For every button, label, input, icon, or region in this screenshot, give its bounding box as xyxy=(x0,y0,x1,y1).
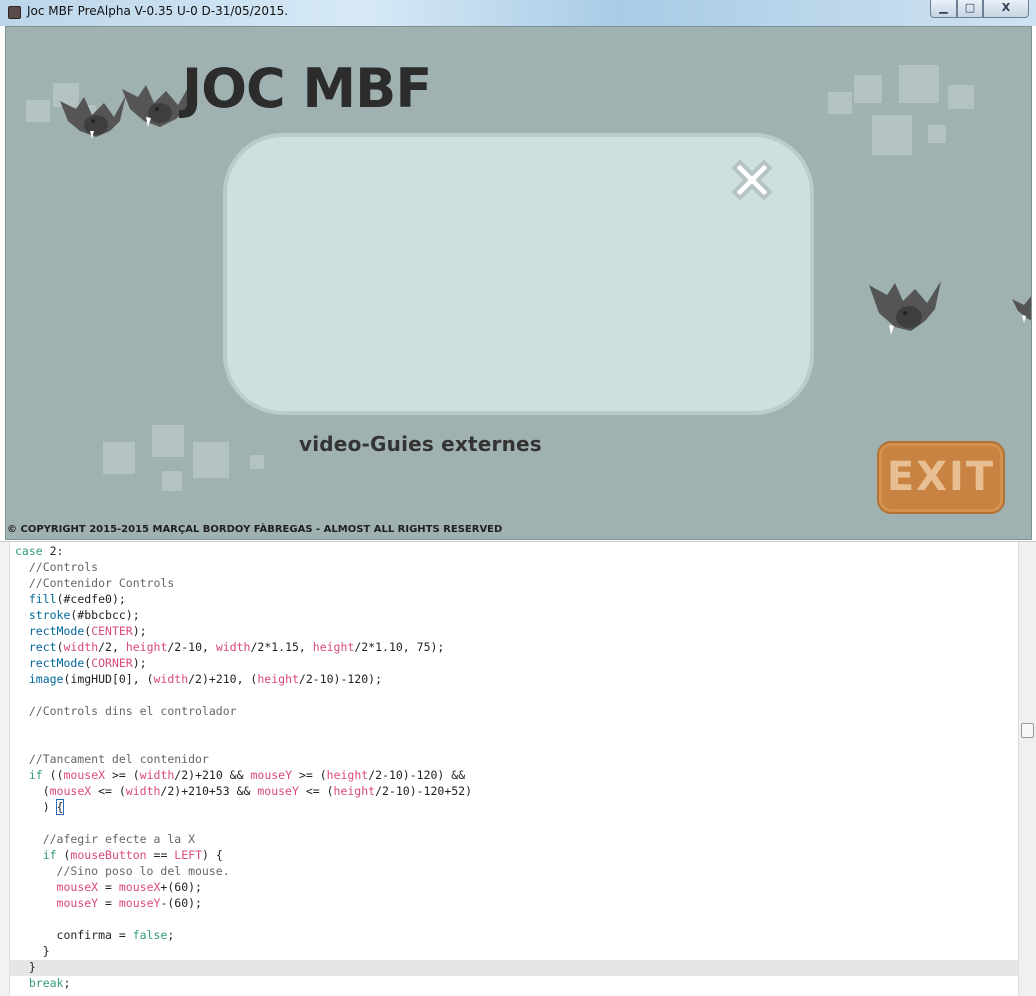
exit-button[interactable]: EXIT xyxy=(877,441,1005,514)
code-line[interactable] xyxy=(15,687,1015,703)
code-line[interactable]: rectMode(CENTER); xyxy=(15,623,1015,639)
decor-square xyxy=(928,125,946,143)
code-line[interactable]: mouseX = mouseX+(60); xyxy=(15,879,1015,895)
code-line[interactable]: //afegir efecte a la X xyxy=(15,831,1015,847)
bat-icon xyxy=(1012,296,1031,323)
decor-square xyxy=(250,455,264,469)
code-line[interactable]: //Controls dins el controlador xyxy=(15,703,1015,719)
code-line[interactable]: (mouseX <= (width/2)+210+53 && mouseY <=… xyxy=(15,783,1015,799)
code-line[interactable]: case 2: xyxy=(15,543,1015,559)
decor-square xyxy=(872,115,912,155)
decor-square xyxy=(162,471,182,491)
code-line[interactable] xyxy=(15,735,1015,751)
code-area[interactable]: case 2: //Controls //Contenidor Controls… xyxy=(15,543,1015,991)
close-x-icon[interactable] xyxy=(726,154,778,206)
vertical-scrollbar[interactable] xyxy=(1018,542,1036,996)
code-line[interactable]: mouseY = mouseY-(60); xyxy=(15,895,1015,911)
code-line[interactable]: rect(width/2, height/2-10, width/2*1.15,… xyxy=(15,639,1015,655)
code-line[interactable]: if ((mouseX >= (width/2)+210 && mouseY >… xyxy=(15,767,1015,783)
decor-square xyxy=(152,425,184,457)
app-icon xyxy=(8,6,21,19)
code-line[interactable]: confirma = false; xyxy=(15,927,1015,943)
decor-square xyxy=(899,65,939,103)
decor-square xyxy=(854,75,882,103)
code-line[interactable]: //Sino poso lo del mouse. xyxy=(15,863,1015,879)
window-title: Joc MBF PreAlpha V-0.35 U-0 D-31/05/2015… xyxy=(27,4,289,18)
decor-square xyxy=(26,100,50,122)
window-titlebar[interactable]: Joc MBF PreAlpha V-0.35 U-0 D-31/05/2015… xyxy=(0,0,1036,26)
copyright-notice: © COPYRIGHT 2015-2015 MARÇAL BORDOY FÀBR… xyxy=(7,524,503,535)
editor-gutter xyxy=(0,542,10,996)
code-line[interactable]: break; xyxy=(15,975,1015,991)
code-line[interactable]: fill(#cedfe0); xyxy=(15,591,1015,607)
code-line[interactable]: //Tancament del contenidor xyxy=(15,751,1015,767)
video-guides-link[interactable]: video-Guies externes xyxy=(299,432,542,456)
maximize-button[interactable]: □ xyxy=(957,0,983,18)
code-line[interactable]: } xyxy=(15,943,1015,959)
bat-icon xyxy=(869,281,941,335)
minimize-button[interactable]: ▁ xyxy=(930,0,957,18)
decor-square xyxy=(948,85,974,109)
code-line[interactable]: ) { xyxy=(15,799,1015,815)
decor-square xyxy=(828,92,852,114)
game-canvas[interactable]: JOC MBF video-Guies externes EXIT © COPY… xyxy=(5,26,1032,540)
code-line[interactable]: } xyxy=(15,959,1015,975)
code-line[interactable]: if (mouseButton == LEFT) { xyxy=(15,847,1015,863)
code-line[interactable] xyxy=(15,719,1015,735)
code-line[interactable]: //Contenidor Controls xyxy=(15,575,1015,591)
exit-button-label: EXIT xyxy=(886,454,996,500)
code-line[interactable] xyxy=(15,911,1015,927)
decor-square xyxy=(103,442,135,474)
code-editor[interactable]: case 2: //Controls //Contenidor Controls… xyxy=(0,541,1036,996)
close-window-button[interactable]: X xyxy=(983,0,1029,18)
game-title: JOC MBF xyxy=(182,57,432,120)
code-line[interactable] xyxy=(15,815,1015,831)
code-line[interactable]: image(imgHUD[0], (width/2)+210, (height/… xyxy=(15,671,1015,687)
scrollbar-thumb[interactable] xyxy=(1021,723,1034,738)
code-line[interactable]: //Controls xyxy=(15,559,1015,575)
code-line[interactable]: rectMode(CORNER); xyxy=(15,655,1015,671)
code-line[interactable]: stroke(#bbcbcc); xyxy=(15,607,1015,623)
decor-square xyxy=(193,442,229,478)
